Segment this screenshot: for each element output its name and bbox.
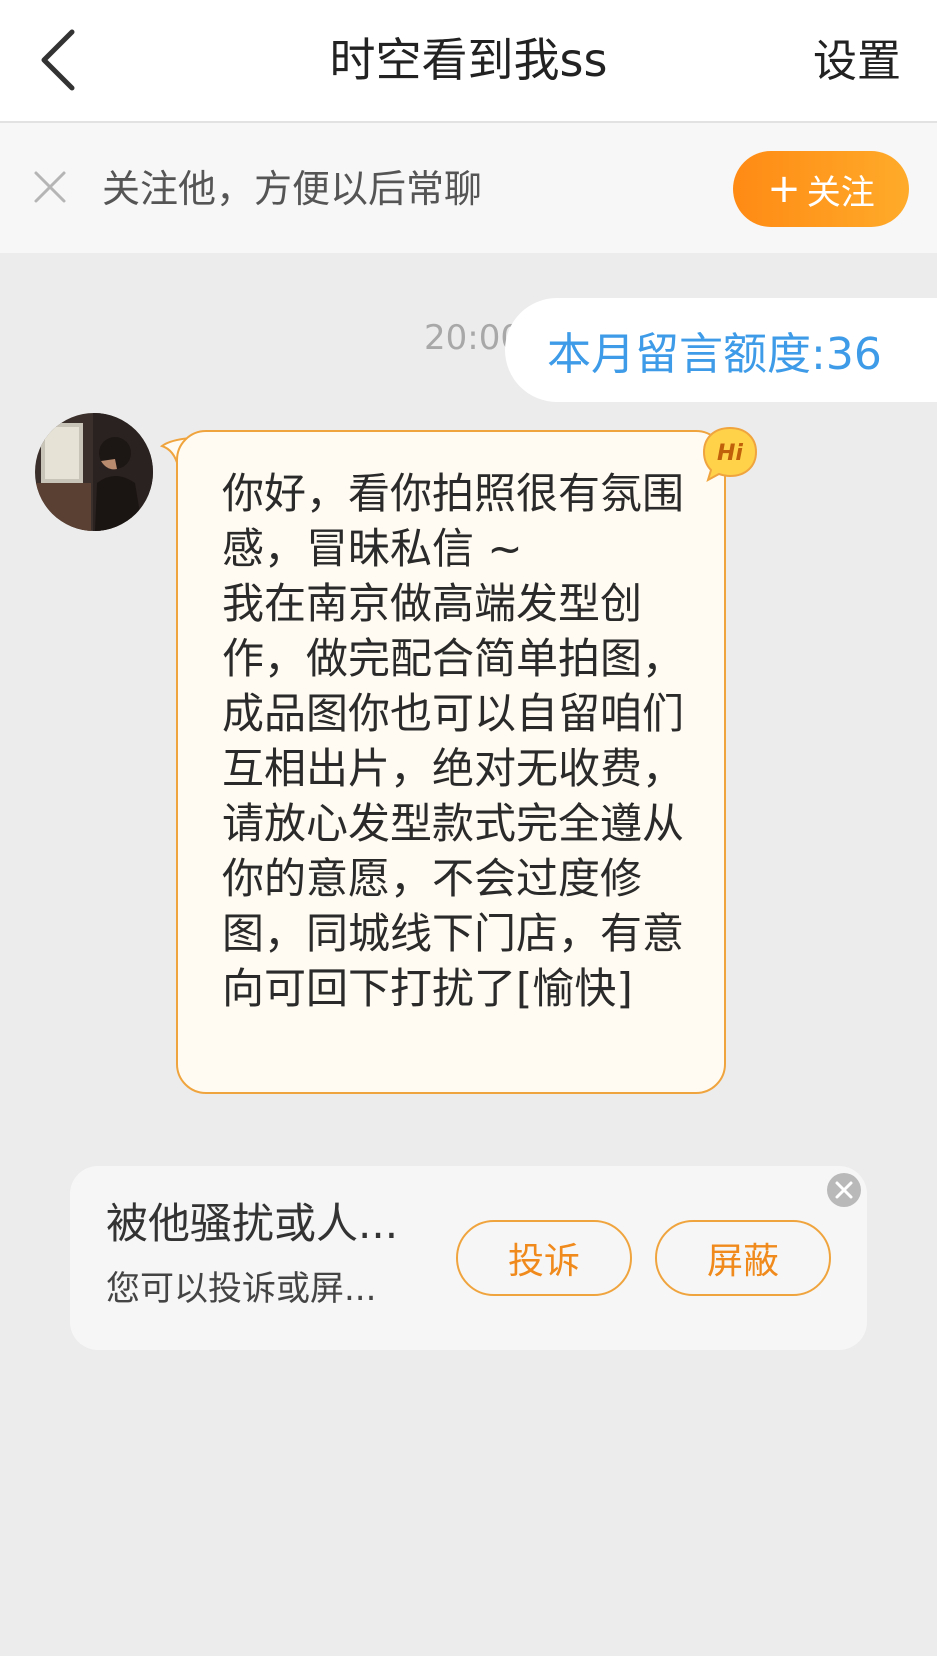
report-title: 被他骚扰或人... xyxy=(106,1199,399,1248)
incoming-message: 你好，看你拍照很有氛围感，冒昧私信 ~ 我在南京做高端发型创作，做完配合简单拍图… xyxy=(160,426,760,1096)
message-bubble: 你好，看你拍照很有氛围感，冒昧私信 ~ 我在南京做高端发型创作，做完配合简单拍图… xyxy=(176,430,726,1094)
block-button[interactable]: 屏蔽 xyxy=(655,1220,831,1296)
avatar-image xyxy=(35,413,153,531)
avatar[interactable] xyxy=(35,413,153,531)
follow-button[interactable]: + 关注 xyxy=(733,151,909,227)
harassment-report-card: 被他骚扰或人... 您可以投诉或屏... 投诉 屏蔽 xyxy=(70,1166,867,1350)
report-subtitle: 您可以投诉或屏... xyxy=(106,1269,377,1309)
complain-button[interactable]: 投诉 xyxy=(456,1220,632,1296)
follow-prompt-text: 关注他，方便以后常聊 xyxy=(102,167,483,211)
quota-text: 本月留言额度:36 xyxy=(547,329,882,380)
close-icon[interactable] xyxy=(30,167,70,207)
hi-badge-text: Hi xyxy=(717,441,743,466)
hi-badge-icon: Hi xyxy=(702,426,758,483)
message-text: 你好，看你拍照很有氛围感，冒昧私信 ~ 我在南京做高端发型创作，做完配合简单拍图… xyxy=(222,469,685,1013)
follow-button-label: 关注 xyxy=(806,172,875,213)
follow-suggestion-bar: 关注他，方便以后常聊 + 关注 xyxy=(0,123,937,253)
settings-button[interactable]: 设置 xyxy=(813,32,901,92)
page-title: 时空看到我ss xyxy=(329,33,608,87)
message-quota-bubble: 本月留言额度:36 xyxy=(505,298,937,402)
plus-icon: + xyxy=(767,166,801,212)
message-timestamp: 20:00 xyxy=(424,318,516,358)
top-nav-bar: 时空看到我ss 设置 xyxy=(0,0,937,123)
close-circle-icon[interactable] xyxy=(826,1172,862,1208)
